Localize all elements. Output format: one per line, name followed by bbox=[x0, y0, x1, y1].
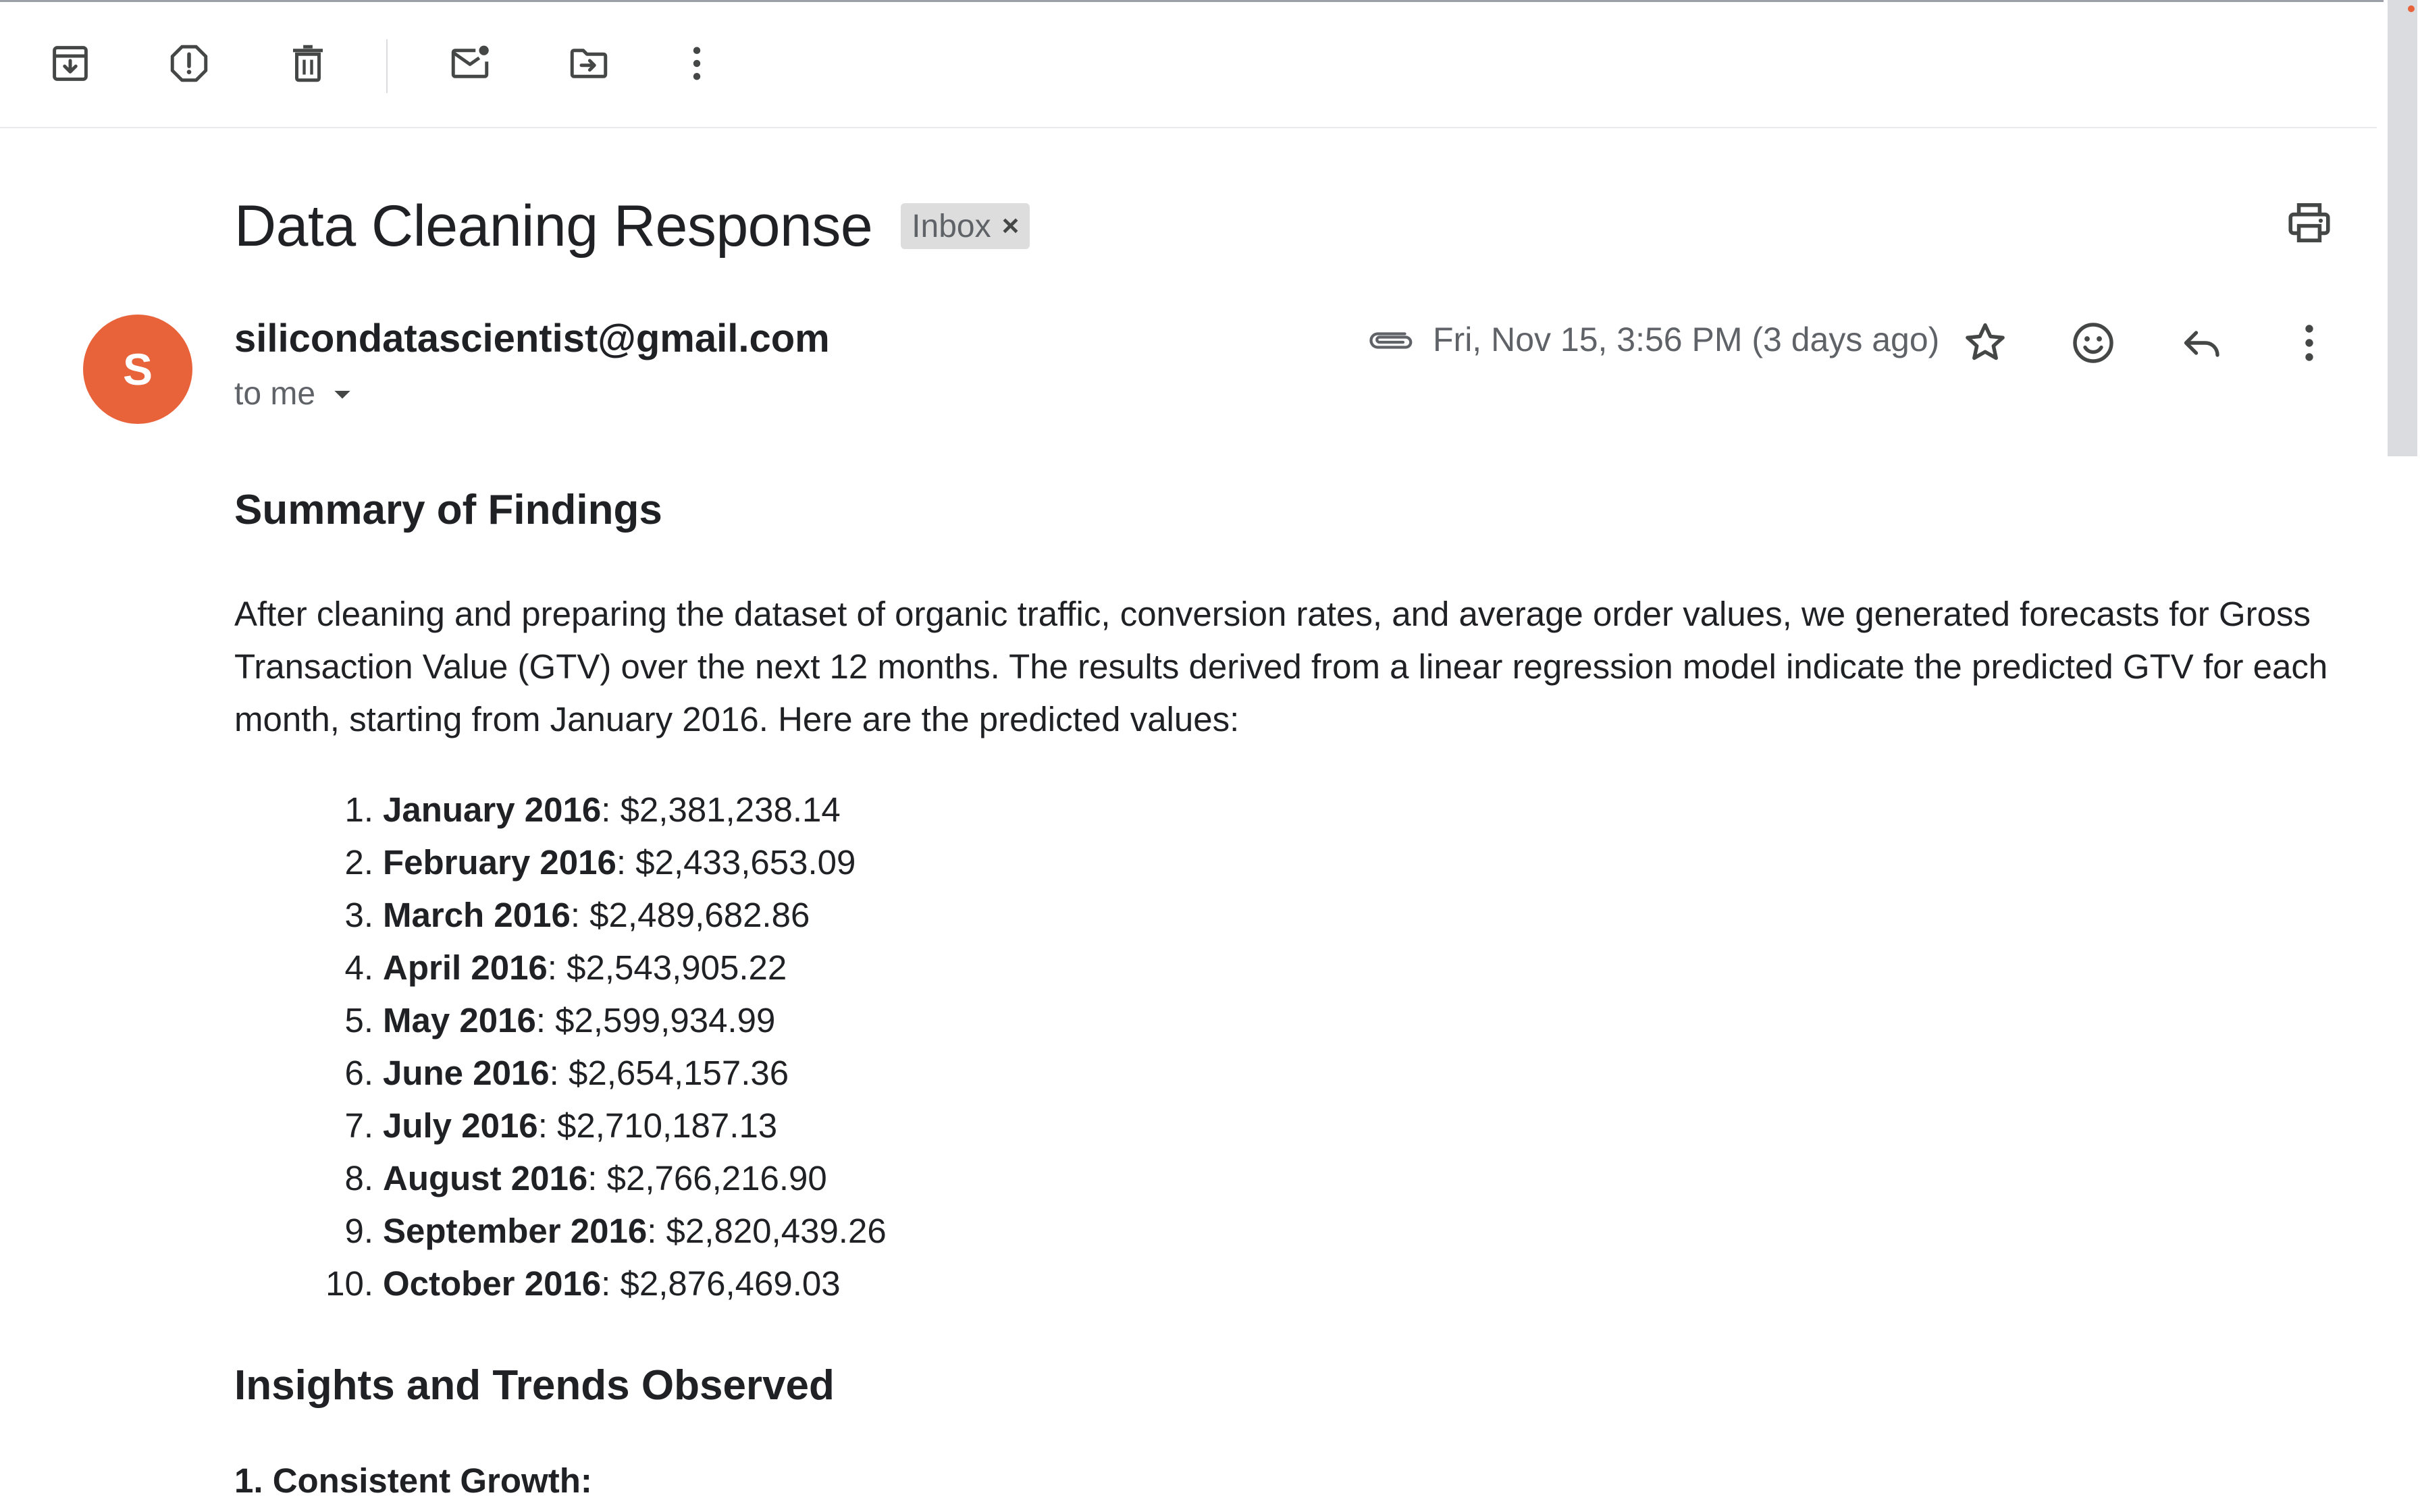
more-vert-icon bbox=[2305, 325, 2313, 361]
message-more-button[interactable] bbox=[2277, 310, 2342, 375]
forecast-month: March 2016 bbox=[383, 896, 571, 934]
forecast-value: : $2,599,934.99 bbox=[535, 1001, 776, 1040]
forecast-item: 5. May 2016: $2,599,934.99 bbox=[234, 994, 2355, 1047]
forecast-value: : $2,654,157.36 bbox=[549, 1054, 789, 1092]
add-reaction-button[interactable] bbox=[2061, 310, 2126, 375]
print-icon bbox=[2288, 203, 2330, 242]
scrollbar-thumb[interactable] bbox=[2388, 0, 2417, 456]
inbox-label-text: Inbox bbox=[912, 208, 991, 244]
report-spam-icon bbox=[170, 45, 208, 82]
archive-button[interactable] bbox=[38, 31, 103, 96]
more-options-button[interactable] bbox=[664, 31, 729, 96]
forecast-month: August 2016 bbox=[383, 1159, 588, 1197]
forecast-month: February 2016 bbox=[383, 843, 616, 882]
forecast-item-number: 4. bbox=[344, 948, 373, 987]
recipient-line[interactable]: to me bbox=[234, 375, 356, 412]
recipient-text: to me bbox=[234, 376, 316, 412]
mark-unread-icon bbox=[451, 45, 489, 78]
forecast-item: 10. October 2016: $2,876,469.03 bbox=[234, 1258, 2355, 1310]
more-vert-icon bbox=[693, 47, 701, 80]
forecast-item-number: 7. bbox=[344, 1106, 373, 1145]
forecast-month: April 2016 bbox=[383, 948, 548, 987]
email-date: Fri, Nov 15, 3:56 PM (3 days ago) bbox=[1433, 321, 1940, 358]
forecast-value: : $2,543,905.22 bbox=[547, 948, 787, 987]
forecast-month: September 2016 bbox=[383, 1212, 648, 1250]
forecast-item: 6. June 2016: $2,654,157.36 bbox=[234, 1047, 2355, 1100]
emoji-icon bbox=[2073, 323, 2113, 363]
forecast-item: 9. September 2016: $2,820,439.26 bbox=[234, 1205, 2355, 1258]
summary-heading: Summary of Findings bbox=[234, 487, 662, 533]
mark-unread-button[interactable] bbox=[438, 31, 502, 96]
show-details-caret-icon[interactable] bbox=[329, 381, 356, 408]
reply-icon bbox=[2184, 331, 2219, 357]
forecast-item-number: 6. bbox=[344, 1054, 373, 1092]
delete-button[interactable] bbox=[275, 31, 340, 96]
subject-row: Data Cleaning Response Inbox × bbox=[234, 189, 1030, 263]
insights-heading: Insights and Trends Observed bbox=[234, 1362, 835, 1409]
forecast-item-number: 2. bbox=[344, 843, 373, 882]
forecast-month: July 2016 bbox=[383, 1106, 538, 1145]
archive-icon bbox=[53, 46, 88, 81]
forecast-value: : $2,489,682.86 bbox=[570, 896, 810, 934]
attachment-icon bbox=[1369, 332, 1413, 349]
toolbar-divider bbox=[386, 39, 388, 93]
sender-avatar[interactable]: S bbox=[83, 315, 192, 424]
message-toolbar bbox=[0, 0, 2377, 128]
reply-button[interactable] bbox=[2169, 310, 2234, 375]
inbox-label-chip[interactable]: Inbox × bbox=[901, 203, 1030, 249]
forecast-item-number: 5. bbox=[344, 1001, 373, 1040]
move-to-icon bbox=[570, 49, 608, 78]
email-subject: Data Cleaning Response bbox=[234, 193, 873, 259]
remove-label-icon[interactable]: × bbox=[1002, 209, 1020, 243]
consistent-growth-heading: 1. Consistent Growth: bbox=[234, 1461, 592, 1500]
forecast-value: : $2,820,439.26 bbox=[647, 1212, 887, 1250]
print-all-button[interactable] bbox=[2277, 190, 2342, 255]
forecast-item: 3. March 2016: $2,489,682.86 bbox=[234, 889, 2355, 942]
star-button[interactable] bbox=[1953, 310, 2018, 375]
forecast-value: : $2,876,469.03 bbox=[601, 1264, 841, 1303]
intro-paragraph: After cleaning and preparing the dataset… bbox=[234, 595, 2328, 738]
forecast-item-number: 9. bbox=[344, 1212, 373, 1250]
sender-email[interactable]: silicondatascientist@gmail.com bbox=[234, 316, 830, 361]
forecast-month: June 2016 bbox=[383, 1054, 550, 1092]
forecast-item: 8. August 2016: $2,766,216.90 bbox=[234, 1152, 2355, 1205]
delete-icon bbox=[293, 45, 323, 82]
message-body: Summary of Findings After cleaning and p… bbox=[234, 486, 2355, 1501]
forecast-item-number: 3. bbox=[344, 896, 373, 934]
forecast-month: October 2016 bbox=[383, 1264, 602, 1303]
forecast-month: January 2016 bbox=[383, 790, 602, 829]
forecast-item-number: 8. bbox=[344, 1159, 373, 1197]
report-spam-button[interactable] bbox=[157, 31, 221, 96]
forecast-value: : $2,710,187.13 bbox=[537, 1106, 778, 1145]
forecast-list: 1. January 2016: $2,381,238.14 2. February … bbox=[234, 784, 2355, 1310]
forecast-item-number: 10. bbox=[325, 1264, 373, 1303]
forecast-item-number: 1. bbox=[344, 790, 373, 829]
forecast-item: 7. July 2016: $2,710,187.13 bbox=[234, 1100, 2355, 1152]
forecast-month: May 2016 bbox=[383, 1001, 536, 1040]
forecast-item: 1. January 2016: $2,381,238.14 bbox=[234, 784, 2355, 836]
forecast-value: : $2,433,653.09 bbox=[616, 843, 856, 882]
forecast-value: : $2,766,216.90 bbox=[587, 1159, 827, 1197]
notification-dot bbox=[2408, 5, 2415, 12]
move-to-button[interactable] bbox=[556, 31, 621, 96]
forecast-item: 4. April 2016: $2,543,905.22 bbox=[234, 942, 2355, 994]
star-icon bbox=[1966, 323, 2005, 360]
forecast-value: : $2,381,238.14 bbox=[601, 790, 841, 829]
forecast-item: 2. February 2016: $2,433,653.09 bbox=[234, 836, 2355, 889]
